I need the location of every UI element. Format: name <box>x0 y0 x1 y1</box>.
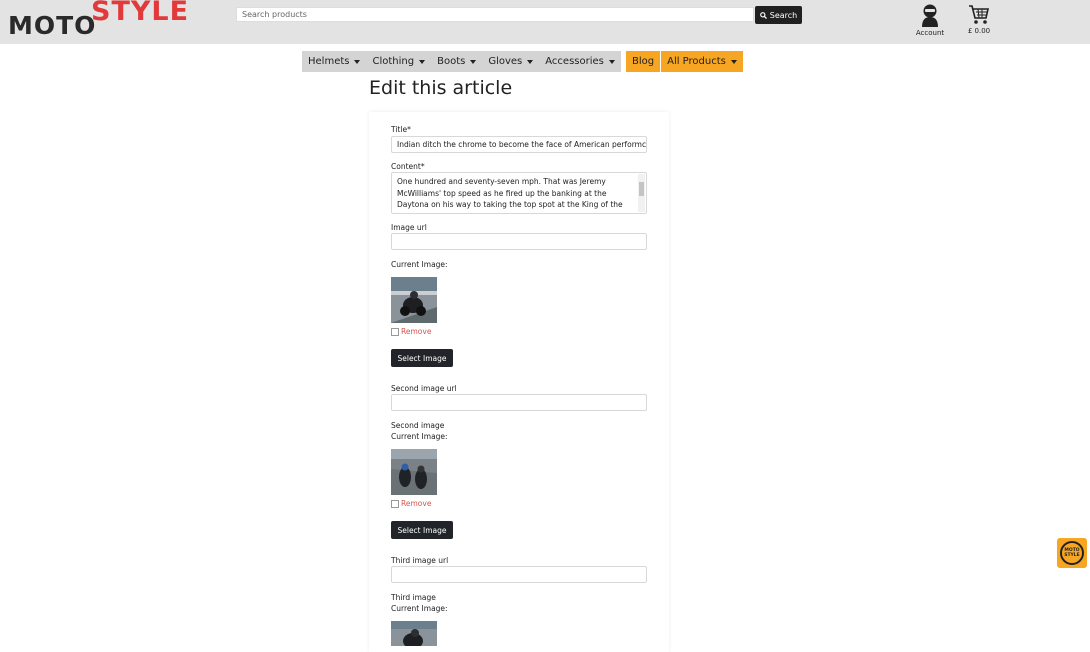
cart-link[interactable]: £ 0.00 <box>962 3 996 35</box>
account-label: Account <box>915 29 945 37</box>
nav-item-label: Accessories <box>545 56 604 67</box>
chevron-down-icon <box>419 59 426 64</box>
scrollbar-thumb[interactable] <box>639 182 644 196</box>
second-image-url-label: Second image url <box>391 384 457 393</box>
nav-item-all-products[interactable]: All Products <box>661 51 743 72</box>
current-image-thumbnail <box>391 277 437 323</box>
select-image-button[interactable]: Select Image <box>391 349 453 367</box>
select-second-image-button[interactable]: Select Image <box>391 521 453 539</box>
nav-item-label: Blog <box>632 56 655 67</box>
nav-item-label: Clothing <box>372 56 415 67</box>
nav-item-boots[interactable]: Boots <box>431 51 482 72</box>
search-input[interactable]: Search products <box>236 7 754 22</box>
nav-item-clothing[interactable]: Clothing <box>366 51 431 72</box>
logo-text-style: STYLE <box>91 0 190 27</box>
chevron-down-icon <box>608 59 615 64</box>
cart-icon <box>969 5 989 24</box>
content-text: One hundred and seventy-seven mph. That … <box>397 177 623 209</box>
content-label: Content* <box>391 162 425 171</box>
badge-text-line2: STYLE <box>1064 553 1080 558</box>
second-image-url-input[interactable] <box>391 394 647 411</box>
moto-style-badge[interactable]: MOTO STYLE <box>1057 538 1087 568</box>
content-textarea[interactable]: One hundred and seventy-seven mph. That … <box>391 172 647 214</box>
current-image-label: Current Image: <box>391 260 448 269</box>
chevron-down-icon <box>730 59 737 64</box>
category-nav-group: Helmets Clothing Boots Gloves Accessorie… <box>302 51 621 72</box>
second-image-thumbnail <box>391 449 437 495</box>
account-link[interactable]: Account <box>910 3 950 37</box>
third-image-label: Third image <box>391 593 436 602</box>
category-nav: Helmets Clothing Boots Gloves Accessorie… <box>302 51 621 72</box>
remove-label: Remove <box>401 327 432 336</box>
remove-second-image[interactable]: Remove <box>391 499 431 508</box>
second-current-image-label: Current Image: <box>391 432 448 441</box>
third-image-url-label: Third image url <box>391 556 449 565</box>
nav-item-blog[interactable]: Blog <box>626 51 661 72</box>
chevron-down-icon <box>354 59 361 64</box>
nav-item-label: Gloves <box>488 56 523 67</box>
secondary-nav: Blog All Products <box>626 51 743 72</box>
search-button[interactable]: Search <box>755 6 802 24</box>
page-title: Edit this article <box>369 77 513 99</box>
third-current-image-label: Current Image: <box>391 604 448 613</box>
third-image-url-input[interactable] <box>391 566 647 583</box>
textarea-scrollbar[interactable] <box>638 174 645 212</box>
nav-item-label: All Products <box>667 56 726 67</box>
cart-total: £ 0.00 <box>967 27 991 35</box>
remove-current-image[interactable]: Remove <box>391 327 431 336</box>
nav-item-label: Boots <box>437 56 466 67</box>
remove-checkbox[interactable] <box>391 499 399 508</box>
nav-item-accessories[interactable]: Accessories <box>539 51 621 72</box>
nav-item-helmets[interactable]: Helmets <box>302 51 366 72</box>
chevron-down-icon <box>470 59 477 64</box>
user-icon <box>922 4 938 27</box>
remove-label: Remove <box>401 499 432 508</box>
nav-item-label: Helmets <box>308 56 350 67</box>
badge-logo: MOTO STYLE <box>1060 541 1084 565</box>
remove-checkbox[interactable] <box>391 327 399 336</box>
third-image-thumbnail <box>391 621 437 646</box>
second-image-label: Second image <box>391 421 445 430</box>
site-logo[interactable]: MOTO STYLE <box>8 0 193 40</box>
search-icon <box>759 11 767 19</box>
logo-text-moto: MOTO <box>8 11 97 40</box>
chevron-down-icon <box>527 59 534 64</box>
image-url-input[interactable] <box>391 233 647 250</box>
nav-item-gloves[interactable]: Gloves <box>482 51 539 72</box>
title-input[interactable]: Indian ditch the chrome to become the fa… <box>391 136 647 153</box>
header-bar: MOTO STYLE Search products Search Accoun… <box>0 0 1090 44</box>
search-button-label: Search <box>769 10 798 20</box>
title-label: Title* <box>391 125 411 134</box>
image-url-label: Image url <box>391 223 427 232</box>
